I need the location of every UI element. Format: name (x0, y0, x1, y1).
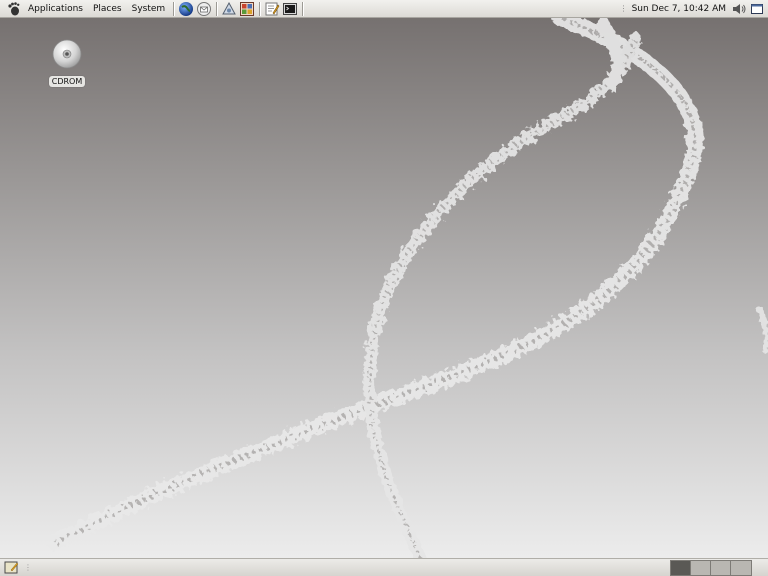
panel-separator (173, 1, 175, 16)
system-menu[interactable]: System (127, 0, 171, 18)
desktop-icon-cdrom[interactable]: CDROM (46, 38, 88, 87)
volume-icon[interactable] (731, 1, 747, 17)
panel-separator (216, 1, 218, 16)
panel-separator (259, 1, 261, 16)
workspace-1[interactable] (671, 560, 691, 575)
terminal-icon[interactable] (282, 1, 298, 17)
screen: Applications Places System ⋮ Sun Dec 7, … (0, 0, 768, 576)
places-menu[interactable]: Places (88, 0, 127, 18)
wallpaper-helix (47, 18, 768, 558)
file-share-icon[interactable] (221, 1, 237, 17)
workspace-switcher[interactable] (670, 559, 752, 576)
desktop-icon-label: CDROM (48, 76, 86, 87)
show-desktop-icon[interactable] (749, 1, 765, 17)
workspace-3[interactable] (711, 560, 731, 575)
applications-menu[interactable]: Applications (23, 0, 88, 18)
gnome-foot-icon[interactable] (6, 1, 22, 17)
text-editor-icon[interactable] (264, 1, 280, 17)
panel-handle: ⋮ (619, 4, 628, 13)
show-desktop-icon[interactable] (3, 560, 19, 576)
email-client-icon[interactable] (196, 1, 212, 17)
desktop[interactable]: CDROM (0, 18, 768, 558)
cdrom-icon[interactable] (51, 38, 83, 74)
top-panel: Applications Places System ⋮ Sun Dec 7, … (0, 0, 768, 18)
workspace-2[interactable] (691, 560, 711, 575)
workspace-4[interactable] (731, 560, 751, 575)
presentation-icon[interactable] (239, 1, 255, 17)
web-browser-icon[interactable] (178, 1, 194, 17)
clock[interactable]: Sun Dec 7, 10:42 AM (628, 0, 730, 18)
panel-handle: ⋮ (24, 563, 32, 572)
bottom-panel: ⋮ (0, 558, 768, 576)
panel-separator (302, 1, 304, 16)
